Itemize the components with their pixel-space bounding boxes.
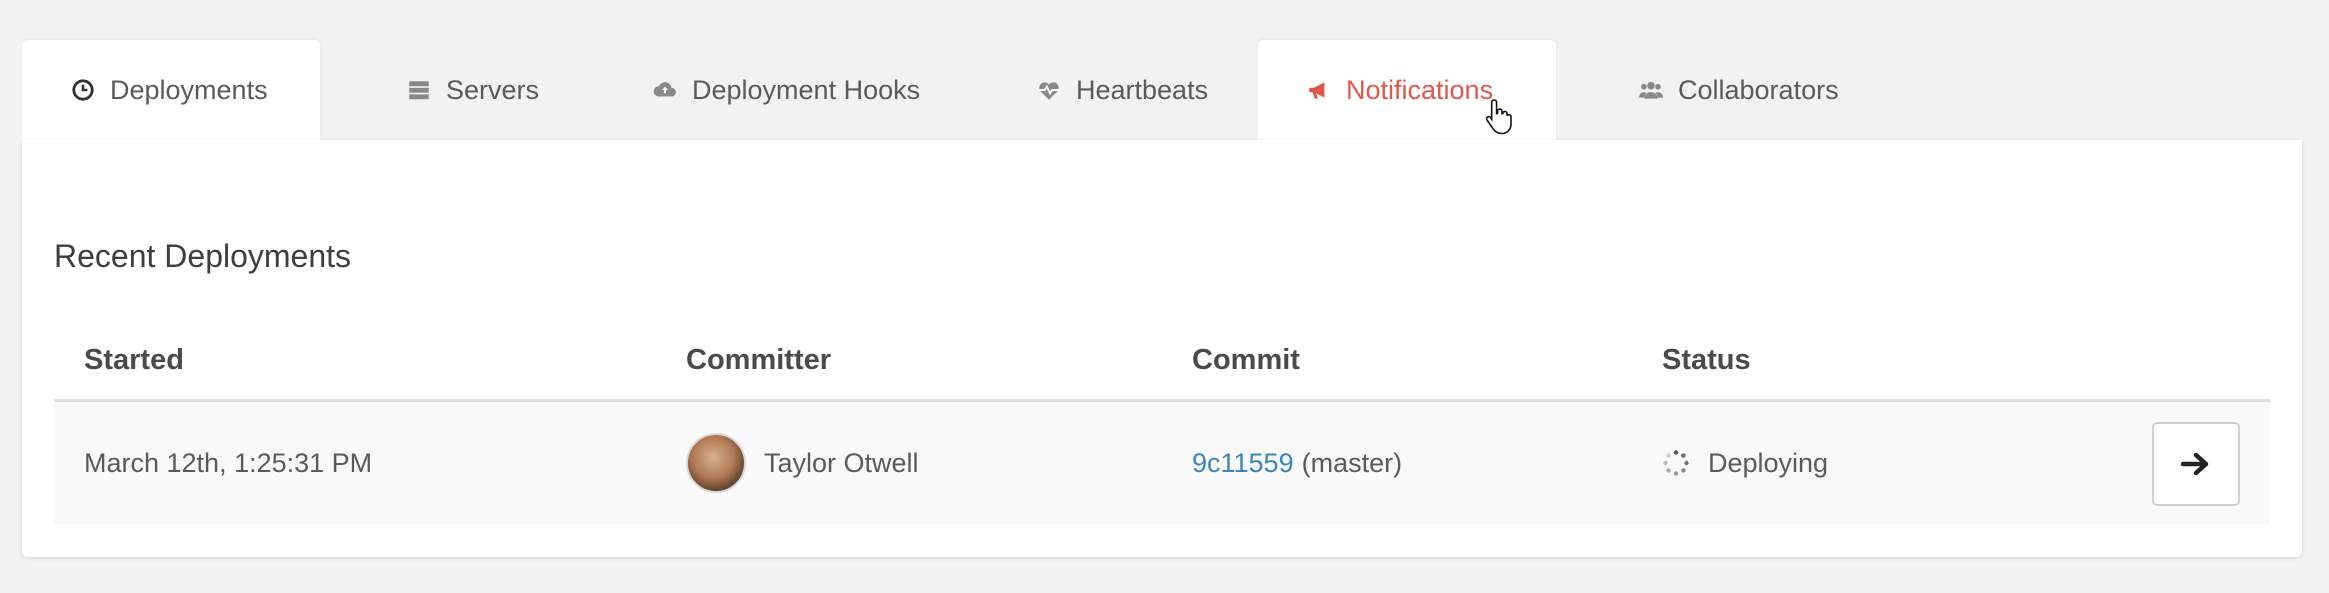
committer-cell: Taylor Otwell	[686, 402, 919, 524]
tab-deployment-hooks[interactable]: Deployment Hooks	[628, 40, 920, 140]
bullhorn-icon	[1306, 77, 1332, 103]
server-icon	[406, 77, 432, 103]
tab-bar: Deployments Servers Deployment Hooks Hea…	[22, 40, 2302, 140]
tab-label: Notifications	[1346, 74, 1494, 105]
view-deployment-button[interactable]	[2152, 422, 2240, 506]
arrow-right-icon	[2181, 452, 2209, 476]
tab-label: Servers	[446, 74, 540, 105]
commit-cell: 9c11559 (master)	[1192, 402, 1402, 524]
section-title: Recent Deployments	[54, 238, 352, 274]
tab-label: Deployment Hooks	[692, 74, 921, 105]
deployments-panel: Deployments Servers Deployment Hooks Hea…	[22, 40, 2302, 557]
column-commit: Commit	[1192, 344, 1300, 376]
cloud-upload-icon	[652, 77, 678, 103]
table-row: March 12th, 1:25:31 PM Taylor Otwell 9c1…	[54, 402, 2270, 524]
table-header: Started Committer Commit Status	[54, 330, 2270, 402]
deployments-table: Started Committer Commit Status March 12…	[54, 330, 2270, 524]
heartbeat-icon	[1036, 77, 1062, 103]
clock-icon	[70, 77, 96, 103]
column-status: Status	[1662, 344, 1751, 376]
tab-label: Collaborators	[1678, 74, 1839, 105]
tab-label: Heartbeats	[1076, 74, 1209, 105]
tab-servers[interactable]: Servers	[382, 40, 539, 140]
commit-branch: (master)	[1301, 447, 1403, 478]
spinner-icon	[1663, 450, 1689, 476]
commit-hash-link[interactable]: 9c11559	[1192, 448, 1294, 479]
status-cell: Deploying	[1662, 402, 1828, 524]
column-started: Started	[84, 344, 184, 376]
tab-heartbeats[interactable]: Heartbeats	[1012, 40, 1208, 140]
tab-collaborators[interactable]: Collaborators	[1614, 40, 1839, 140]
committer-name: Taylor Otwell	[764, 447, 919, 478]
avatar	[686, 433, 746, 493]
column-committer: Committer	[686, 344, 832, 376]
tab-label: Deployments	[110, 74, 268, 105]
status-text: Deploying	[1708, 447, 1829, 478]
users-icon	[1638, 77, 1664, 103]
deployments-card: Recent Deployments Started Committer Com…	[22, 140, 2302, 557]
tab-notifications[interactable]: Notifications	[1258, 40, 1556, 140]
tab-deployments[interactable]: Deployments	[22, 40, 320, 140]
started-cell: March 12th, 1:25:31 PM	[84, 447, 373, 478]
